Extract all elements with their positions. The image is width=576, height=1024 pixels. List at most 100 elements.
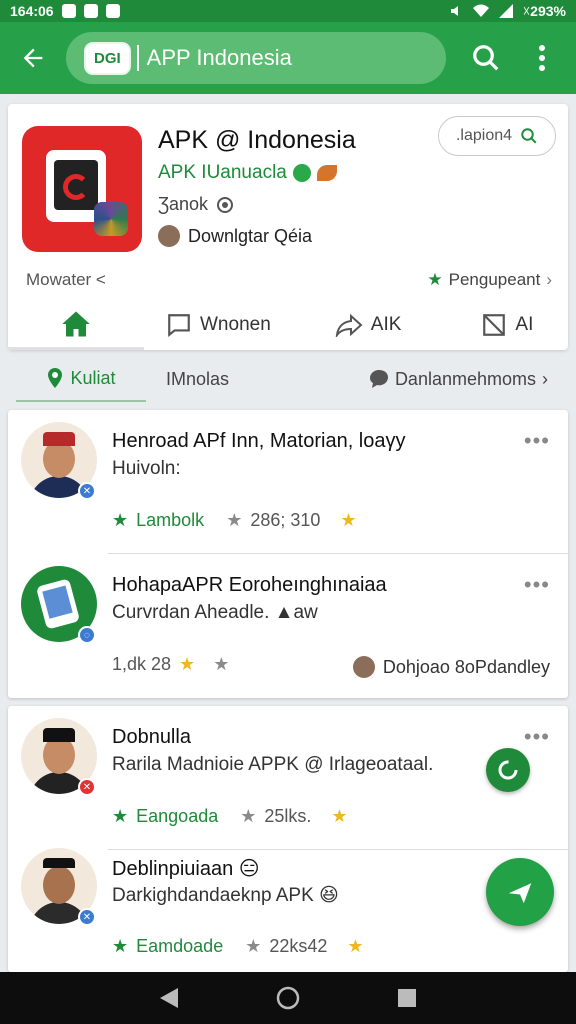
tab-label: AI: [515, 314, 534, 335]
notification-icon: [83, 4, 98, 18]
more-vert-icon: [539, 45, 545, 71]
status-bar: 164:06 ☓293%: [0, 0, 576, 22]
emoji-icon: 😑: [238, 858, 260, 880]
list-item[interactable]: ◌ HohapaAPR Eoroheınghınaiaa Curvrdan Ah…: [8, 554, 568, 698]
list-item[interactable]: ✕ Dobnulla Rarila Madnioie APPK @ Irlage…: [8, 706, 568, 850]
leaf-icon: [316, 165, 337, 181]
item-subtitle: Rarila Madnioie APPK @ Irlageoataal.: [112, 754, 434, 775]
star-icon: ★: [213, 654, 230, 674]
search-bar[interactable]: DGI APP Indonesia: [66, 32, 446, 84]
tab-home[interactable]: [8, 300, 144, 350]
notification-icon: [105, 4, 120, 18]
item-count: 286; 310: [250, 510, 321, 530]
share-icon: [335, 313, 363, 337]
list-card: ✕ Dobnulla Rarila Madnioie APPK @ Irlage…: [8, 706, 568, 972]
nav-recents-icon[interactable]: [396, 987, 418, 1009]
divider: [136, 45, 139, 71]
item-title: Deblinpiuiaan 😑: [112, 858, 260, 880]
hero-action-label: .lapion4: [455, 127, 513, 144]
tab-label: Wnonen: [200, 314, 271, 335]
battery-text: ☓293%: [522, 2, 566, 19]
tab-aik[interactable]: AIK: [335, 300, 402, 350]
rating-icon: [217, 196, 234, 213]
download-row: Downlgtar Qéia: [158, 225, 312, 247]
hero-action-button[interactable]: .lapion4: [438, 116, 556, 156]
app-header-card: APK @ Indonesia APK IUanuacla Ʒanok Down…: [8, 104, 568, 350]
star-icon: ★: [112, 510, 129, 530]
item-meta: ★ Eamdoade ★ 22ks42 ★: [112, 936, 364, 957]
item-meta: ★ Lambolk ★ 286; 310 ★: [112, 510, 357, 531]
emoji-icon: 😆: [319, 885, 339, 906]
notification-icon: [61, 4, 76, 18]
app-subtitle: Ʒanok: [158, 194, 209, 214]
star-icon: ★: [240, 806, 257, 826]
more-options-button[interactable]: •••: [524, 572, 550, 598]
back-arrow-icon: [23, 48, 43, 68]
star-icon: ★: [112, 806, 129, 826]
nav-back-icon[interactable]: [158, 986, 180, 1010]
verified-icon: [292, 164, 311, 182]
item-meta: 1,dk 28 ★ ★: [112, 654, 229, 675]
star-icon: ★: [179, 654, 196, 674]
hero-tabs: Wnonen AIK AI: [8, 300, 568, 350]
developer-link[interactable]: APK IUanuacla: [158, 162, 337, 184]
item-tag: Eamdoade: [136, 936, 224, 956]
app-badge: DGI: [84, 41, 131, 75]
home-icon: [62, 311, 90, 336]
refresh-icon: [498, 760, 518, 780]
author-name: Dohjoao 8oPdandley: [382, 656, 550, 677]
star-icon: ★: [245, 936, 262, 956]
overflow-menu-button[interactable]: [514, 22, 570, 94]
filter-kuliat[interactable]: Kuliat: [16, 356, 146, 402]
search-icon: [473, 45, 499, 71]
item-subtitle: Curvrdan Aheadle. ▲aw: [112, 602, 318, 623]
item-count: 25lks.: [264, 806, 312, 826]
tab-wnonen[interactable]: Wnonen: [166, 300, 271, 350]
comment-icon: [369, 370, 388, 388]
item-title: Henroad APf Inn, Matorian, loaγy: [112, 430, 406, 452]
pengupeant-label: Pengupeant: [448, 270, 541, 289]
item-count: 22ks42: [269, 936, 328, 956]
chevron-right-icon: ›: [542, 368, 548, 389]
avatar-badge-icon: ✕: [78, 778, 96, 796]
refresh-fab[interactable]: [486, 748, 530, 792]
item-tag: Lambolk: [136, 510, 205, 530]
filter-imnolas[interactable]: IMnolas: [166, 356, 229, 402]
download-label: Downlgtar Qéia: [188, 225, 313, 246]
star-icon: ★: [427, 270, 443, 289]
list-item[interactable]: ✕ Deblinpiuiaan 😑 Darkighdandaeknp APK 😆…: [8, 836, 568, 980]
filter-label: IMnolas: [166, 368, 230, 389]
tab-ai[interactable]: AI: [481, 300, 533, 350]
avatar-badge-icon: ◌: [78, 626, 96, 644]
filter-danlanmehmoms[interactable]: Danlanmehmoms ›: [369, 356, 548, 402]
filter-tabs: Kuliat IMnolas Danlanmehmoms ›: [0, 356, 576, 402]
pengupeant-link[interactable]: ★ Pengupeant ›: [427, 270, 552, 290]
avatar-badge-icon: ✕: [78, 482, 96, 500]
item-count: 1,dk 28: [112, 654, 172, 674]
search-button[interactable]: [458, 22, 514, 94]
more-link[interactable]: Mowater <: [26, 270, 106, 290]
filter-label: Kuliat: [70, 367, 116, 388]
item-tag: Eangoada: [136, 806, 219, 826]
item-subtitle: Darkighdandaeknp APK 😆: [112, 885, 339, 906]
more-options-button[interactable]: •••: [524, 428, 550, 454]
more-options-button[interactable]: •••: [524, 724, 550, 750]
signal-icon: [498, 4, 513, 18]
app-badge-icon: [94, 202, 128, 236]
user-avatar: [352, 656, 375, 678]
nav-home-icon[interactable]: [275, 985, 301, 1011]
tab-label: AIK: [370, 314, 402, 335]
chat-icon: [168, 314, 190, 338]
list-item[interactable]: ✕ Henroad APf Inn, Matorian, loaγy Huivo…: [8, 410, 568, 554]
location-icon: [48, 368, 63, 388]
item-author: Dohjoao 8oPdandley: [352, 656, 550, 678]
filter-label: Danlanmehmoms: [394, 368, 536, 389]
star-icon: ★: [331, 806, 348, 826]
star-icon: ★: [340, 510, 357, 530]
avatar-badge-icon: ✕: [78, 908, 96, 926]
send-fab[interactable]: [486, 858, 554, 926]
developer-name: APK IUanuacla: [158, 162, 287, 183]
search-icon: [521, 128, 537, 144]
list-card: ✕ Henroad APf Inn, Matorian, loaγy Huivo…: [8, 410, 568, 698]
back-button[interactable]: [0, 22, 66, 94]
